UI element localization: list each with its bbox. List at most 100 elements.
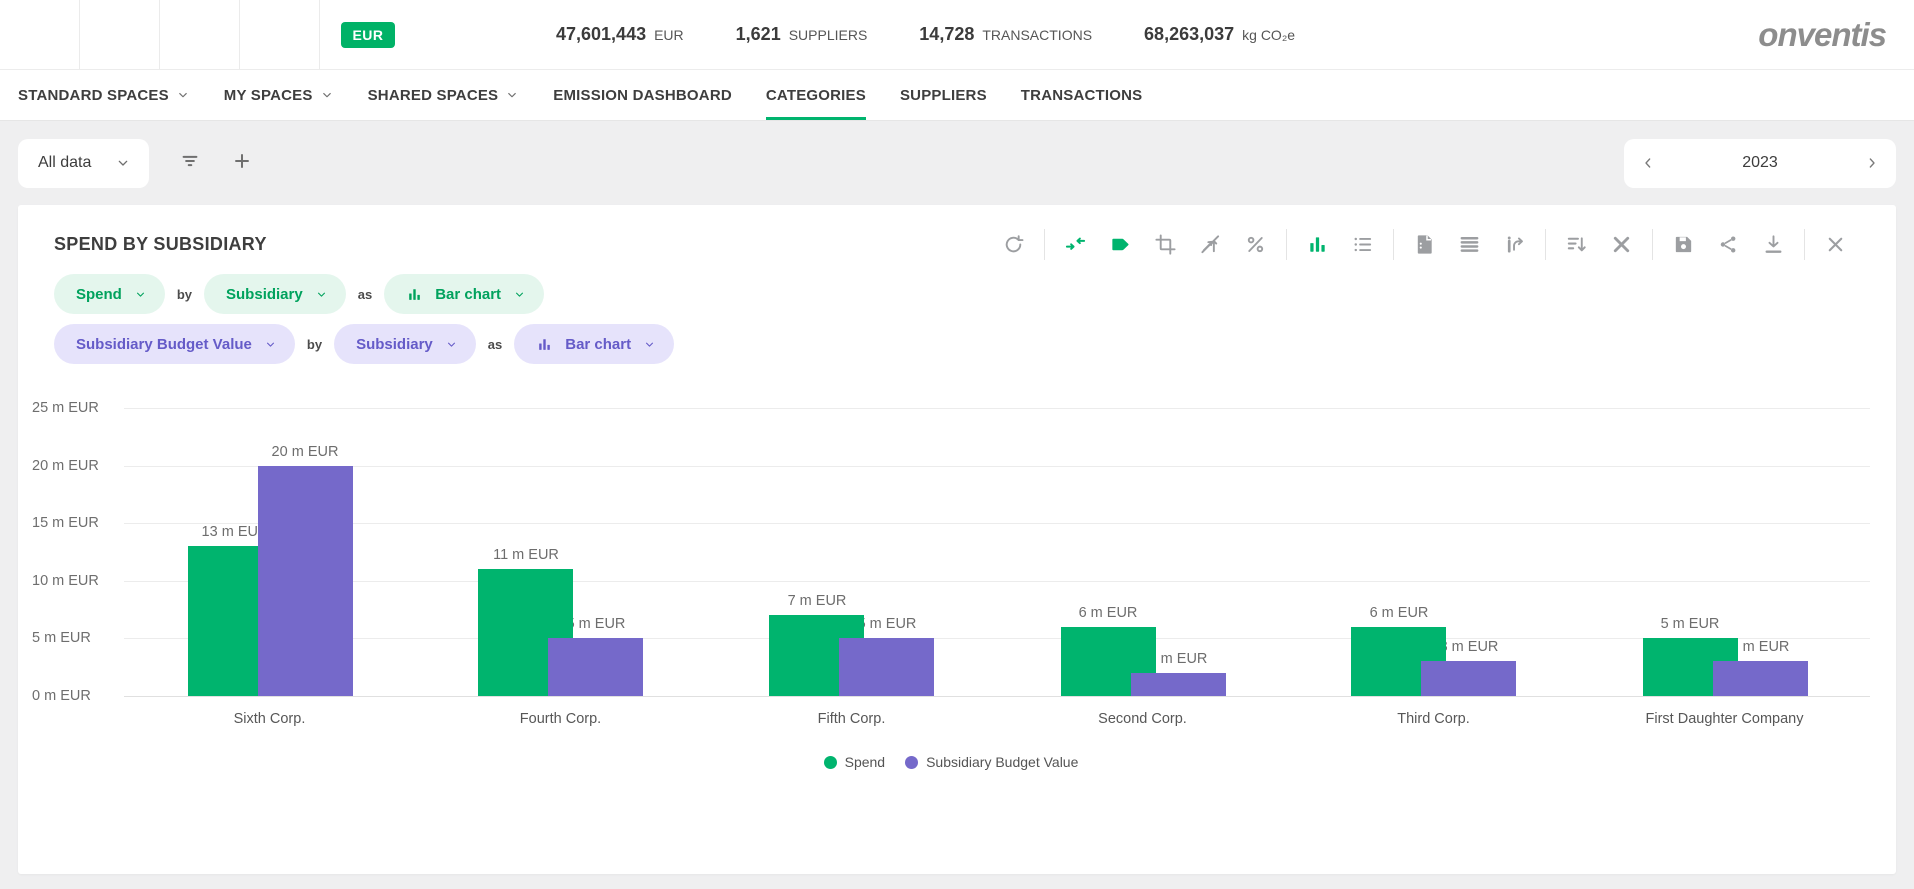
- bar-chart-icon: [536, 336, 553, 353]
- bar-subsidiary-budget-value-fourth-corp[interactable]: [548, 638, 643, 696]
- stat-suppliers: 1,621 SUPPLIERS: [736, 24, 868, 45]
- app-screen: EUR 47,601,443 EUR 1,621 SUPPLIERS 14,72…: [0, 0, 1914, 889]
- bar-subsidiary-budget-value-sixth-corp[interactable]: [258, 466, 353, 696]
- bar-subsidiary-budget-value-second-corp[interactable]: [1131, 673, 1226, 696]
- bar-subsidiary-budget-value-third-corp[interactable]: [1421, 661, 1516, 696]
- dimension-pill[interactable]: Subsidiary: [204, 274, 346, 314]
- nav-item-emission-dashboard[interactable]: EMISSION DASHBOARD: [553, 70, 732, 120]
- tag-icon[interactable]: [1098, 229, 1143, 260]
- category-label-first-daughter-company: First Daughter Company: [1579, 711, 1870, 727]
- share-icon[interactable]: [1706, 229, 1751, 260]
- save-icon[interactable]: [1661, 229, 1706, 260]
- bar-chart-icon: [406, 286, 423, 303]
- menu-button[interactable]: [0, 0, 80, 69]
- legend-dot: [905, 756, 918, 769]
- card-title: SPEND BY SUBSIDIARY: [54, 234, 267, 255]
- year-selector: 2023: [1624, 139, 1896, 188]
- bar-value-label: 6 m EUR: [1079, 605, 1138, 621]
- toolbar-group: [1652, 229, 1804, 260]
- y-axis-tick: 0 m EUR: [32, 688, 116, 704]
- bar-value-label: 3 m EUR: [1440, 639, 1499, 655]
- stat-spend-value: 47,601,443: [556, 24, 646, 45]
- percent-icon[interactable]: [1233, 229, 1278, 260]
- nav-item-my-spaces[interactable]: MY SPACES: [224, 70, 334, 120]
- tools-icon[interactable]: [1599, 229, 1644, 260]
- bar-value-label: 5 m EUR: [858, 616, 917, 632]
- query-row-0: Spend by Subsidiary as Bar chart: [54, 274, 1860, 314]
- year-prev-button[interactable]: [1640, 155, 1656, 171]
- nav-item-transactions[interactable]: TRANSACTIONS: [1021, 70, 1143, 120]
- bar-value-label: 7 m EUR: [788, 593, 847, 609]
- plus-button[interactable]: [231, 150, 253, 175]
- filter-actions: [149, 150, 253, 177]
- query-pill-rows: Spend by Subsidiary as Bar chart Subsidi…: [18, 268, 1896, 364]
- year-label: 2023: [1742, 154, 1778, 172]
- y-axis-tick: 25 m EUR: [32, 400, 116, 416]
- collapse-arrows-icon[interactable]: [1053, 229, 1098, 260]
- chevron-down-icon: [445, 338, 458, 351]
- hide-measures-icon[interactable]: [1188, 229, 1233, 260]
- close-icon[interactable]: [1813, 229, 1858, 260]
- legend-item-spend[interactable]: Spend: [824, 754, 885, 770]
- filter-button[interactable]: [179, 150, 201, 175]
- nav-item-categories[interactable]: CATEGORIES: [766, 70, 866, 120]
- stat-transactions: 14,728 TRANSACTIONS: [919, 24, 1092, 45]
- chart-legend: Spend Subsidiary Budget Value: [32, 754, 1870, 770]
- dataset-selector-label: All data: [38, 154, 91, 172]
- chevron-right-icon: [1864, 155, 1880, 171]
- report-icon[interactable]: [1402, 229, 1447, 260]
- onventis-logo: onventis: [1758, 16, 1886, 54]
- crop-icon[interactable]: [1143, 229, 1188, 260]
- bar-group-second-corp: 6 m EUR 2 m EUR: [997, 408, 1288, 696]
- chevron-down-icon: [320, 88, 334, 102]
- palette-button[interactable]: [240, 0, 320, 69]
- search-button[interactable]: [160, 0, 240, 69]
- stat-spend: 47,601,443 EUR: [556, 24, 684, 45]
- chevron-down-icon: [513, 288, 526, 301]
- bar-value-label: 20 m EUR: [272, 444, 339, 460]
- chevron-down-icon: [115, 155, 131, 171]
- chart-type-pill[interactable]: Bar chart: [384, 274, 544, 314]
- currency-badge[interactable]: EUR: [341, 22, 394, 48]
- measure-pill[interactable]: Spend: [54, 274, 165, 314]
- rows-icon[interactable]: [1447, 229, 1492, 260]
- y-axis-tick: 15 m EUR: [32, 515, 116, 531]
- chart-category-labels: Sixth Corp.Fourth Corp.Fifth Corp.Second…: [124, 696, 1870, 727]
- chart-type-pill[interactable]: Bar chart: [514, 324, 674, 364]
- dataset-selector[interactable]: All data: [18, 139, 149, 188]
- sort-desc-icon[interactable]: [1554, 229, 1599, 260]
- rotate-icon[interactable]: [991, 229, 1036, 260]
- download-button[interactable]: [80, 0, 160, 69]
- gridline: [124, 696, 1870, 697]
- legend-item-subsidiary-budget-value[interactable]: Subsidiary Budget Value: [905, 754, 1078, 770]
- year-next-button[interactable]: [1864, 155, 1880, 171]
- header-stats: 47,601,443 EUR 1,621 SUPPLIERS 14,728 TR…: [556, 24, 1295, 45]
- connector-as: as: [358, 287, 372, 302]
- bar-subsidiary-budget-value-fifth-corp[interactable]: [839, 638, 934, 696]
- bar-chart-icon[interactable]: [1295, 229, 1340, 260]
- stat-co2-value: 68,263,037: [1144, 24, 1234, 45]
- toolbar-group: [1393, 229, 1545, 260]
- bar-value-label: 3 m EUR: [1731, 639, 1790, 655]
- nav-item-standard-spaces[interactable]: STANDARD SPACES: [18, 70, 190, 120]
- nav-item-suppliers[interactable]: SUPPLIERS: [900, 70, 987, 120]
- nav-item-shared-spaces[interactable]: SHARED SPACES: [368, 70, 520, 120]
- list-view-icon[interactable]: [1340, 229, 1385, 260]
- chevron-down-icon: [505, 88, 519, 102]
- measure-pill[interactable]: Subsidiary Budget Value: [54, 324, 295, 364]
- plus-icon: [231, 150, 253, 172]
- toolbar-group: [1804, 229, 1866, 260]
- legend-dot: [824, 756, 837, 769]
- bar-subsidiary-budget-value-first-daughter-company[interactable]: [1713, 661, 1808, 696]
- chevron-down-icon: [643, 338, 656, 351]
- download-icon[interactable]: [1751, 229, 1796, 260]
- query-row-1: Subsidiary Budget Value by Subsidiary as…: [54, 324, 1860, 364]
- filter-icon: [179, 150, 201, 172]
- pivot-icon[interactable]: [1492, 229, 1537, 260]
- y-axis-tick: 20 m EUR: [32, 458, 116, 474]
- dimension-pill[interactable]: Subsidiary: [334, 324, 476, 364]
- chevron-down-icon: [134, 288, 147, 301]
- category-label-sixth-corp: Sixth Corp.: [124, 711, 415, 727]
- bar-value-label: 11 m EUR: [493, 547, 559, 563]
- bar-group-fourth-corp: 11 m EUR 5 m EUR: [415, 408, 706, 696]
